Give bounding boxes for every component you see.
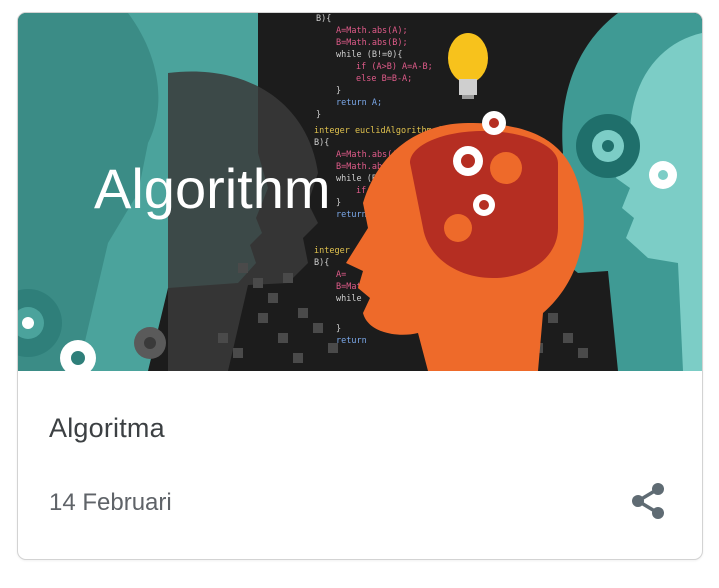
- svg-text:return A;: return A;: [336, 98, 382, 108]
- svg-text:A=Math.abs(A);: A=Math.abs(A);: [336, 26, 408, 36]
- algorithm-illustration: B){ A=Math.abs(A); B=Math.abs(B); while …: [18, 13, 702, 371]
- svg-text:A=: A=: [336, 270, 346, 280]
- svg-text:else B=B-A;: else B=B-A;: [356, 74, 412, 84]
- svg-text:B){: B){: [316, 14, 331, 24]
- svg-text:}: }: [336, 198, 341, 208]
- svg-text:}: }: [336, 324, 341, 334]
- svg-text:B=Math.abs(B);: B=Math.abs(B);: [336, 38, 408, 48]
- svg-text:}: }: [316, 110, 321, 120]
- share-button[interactable]: [626, 479, 670, 523]
- svg-text:if: if: [356, 186, 366, 196]
- card-image[interactable]: B){ A=Math.abs(A); B=Math.abs(B); while …: [18, 13, 702, 371]
- svg-text:return: return: [336, 336, 367, 346]
- svg-text:B){: B){: [314, 138, 329, 148]
- svg-text:}: }: [336, 86, 341, 96]
- svg-text:while: while: [336, 294, 362, 304]
- card-title[interactable]: Algoritma: [49, 413, 165, 444]
- svg-text:if (A>B) A=A-B;: if (A>B) A=A-B;: [356, 62, 433, 72]
- svg-text:B){: B){: [314, 258, 329, 268]
- card-date: 14 Februari: [49, 489, 172, 516]
- svg-text:while (B!=0){: while (B!=0){: [336, 50, 403, 60]
- image-overlay-title: Algorithm: [94, 157, 331, 220]
- content-card[interactable]: B){ A=Math.abs(A); B=Math.abs(B); while …: [17, 12, 703, 560]
- share-icon: [632, 483, 664, 519]
- svg-text:return: return: [336, 210, 367, 220]
